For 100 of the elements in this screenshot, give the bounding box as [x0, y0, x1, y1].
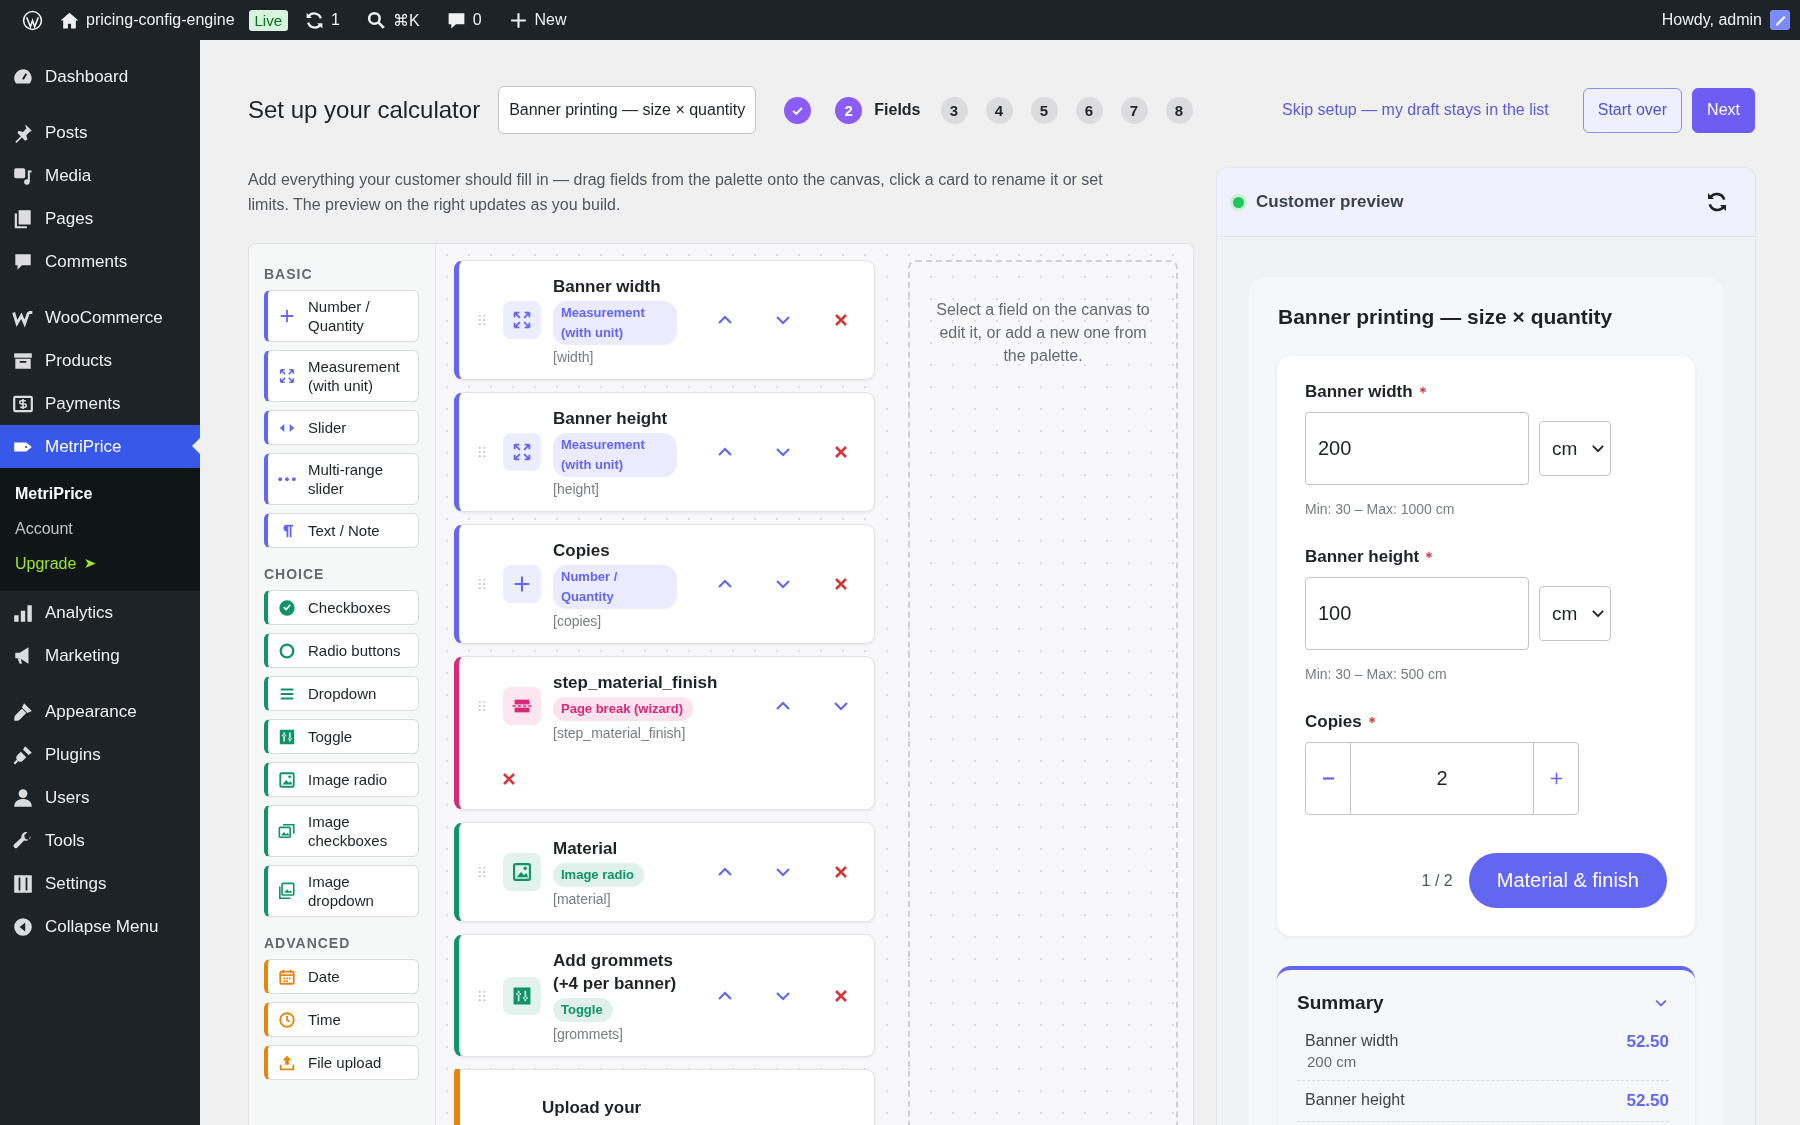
summary-price: 52.50 [1626, 1091, 1669, 1111]
search-icon[interactable] [365, 9, 387, 31]
sidebar-item[interactable]: Marketing [0, 634, 200, 677]
expand-arrows-icon [503, 301, 541, 339]
logo-icon[interactable] [22, 9, 43, 31]
field-title: step_material_finish [553, 672, 719, 694]
number-input[interactable]: 100 [1305, 577, 1529, 650]
step-label: Fields [874, 101, 921, 119]
sidebar-item[interactable]: Pages [0, 197, 200, 240]
field-key: [grommets] [553, 1026, 693, 1042]
sidebar-item[interactable]: Payments [0, 382, 200, 425]
sidebar-item[interactable]: Products [0, 339, 200, 382]
palette-item[interactable]: Measurement (with unit) [264, 350, 419, 402]
submenu-item[interactable]: Upgrade [15, 554, 77, 573]
step-number[interactable]: 8 [1165, 96, 1193, 124]
sidebar-item[interactable]: Analytics [0, 591, 200, 634]
calculator-name-field[interactable]: Banner printing — size × quantity [498, 86, 757, 134]
page-break-icon [503, 687, 541, 725]
next-step-button[interactable]: Material & finish [1468, 853, 1667, 908]
palette-item[interactable]: File upload [264, 1045, 419, 1080]
sidebar-item[interactable]: WooCommerce [0, 296, 200, 339]
summary-label: Banner height [1305, 1091, 1405, 1109]
page-title: Set up your calculator [248, 96, 481, 124]
refresh-icon[interactable] [1705, 190, 1729, 214]
unit-select[interactable]: cm [1539, 421, 1611, 476]
step-number[interactable]: 7 [1120, 96, 1148, 124]
sidebar-item[interactable]: Plugins [0, 733, 200, 776]
next-button[interactable]: Next [1692, 87, 1755, 133]
sidebar-item[interactable]: Posts [0, 111, 200, 154]
number-input[interactable]: 200 [1305, 412, 1529, 485]
skip-setup-link[interactable]: Skip setup — my draft stays in the list [1281, 101, 1549, 119]
field-key: [copies] [553, 613, 693, 629]
plug-icon [12, 743, 34, 766]
palette-item[interactable]: Image dropdown [264, 865, 419, 917]
arrow-icon [84, 557, 98, 570]
field-type-tag: Image radio [553, 863, 644, 887]
submenu-item[interactable]: MetriPrice [15, 484, 93, 503]
sidebar-item[interactable]: Comments [0, 240, 200, 283]
palette-item[interactable]: Slider [264, 410, 419, 445]
palette-item[interactable]: Number / Quantity [264, 290, 419, 342]
palette-item[interactable]: Image radio [264, 762, 419, 797]
status-badge: Live [248, 9, 289, 31]
field-card[interactable]: Banner width Measurement (with unit) [width] [454, 260, 875, 380]
palette-item[interactable]: Dropdown [264, 676, 419, 711]
avatar-icon[interactable] [1770, 10, 1790, 30]
submenu-item[interactable]: Account [15, 519, 73, 538]
greeting-link[interactable]: Howdy, admin [1661, 11, 1762, 29]
field-hint: Min: 30 – Max: 1000 cm [1305, 501, 1456, 517]
sidebar-item[interactable]: Dashboard [0, 55, 200, 98]
field-card[interactable]: Banner height Measurement (with unit) [height] [454, 392, 875, 512]
field-key: [height] [553, 481, 693, 497]
sidebar-item[interactable]: Appearance [0, 690, 200, 733]
field-type-tag: Measurement (with unit) [553, 301, 677, 345]
sidebar-item[interactable]: MetriPrice [0, 425, 200, 468]
summary-price: 52.50 [1626, 1032, 1669, 1053]
search-shortcut[interactable]: ⌘K [392, 10, 420, 30]
field-title: Upload your [542, 1097, 643, 1119]
step-number[interactable]: 4 [985, 96, 1013, 124]
palette-item[interactable]: Time [264, 1002, 419, 1037]
palette-item[interactable]: Date [264, 959, 419, 994]
preview-title: Customer preview [1256, 192, 1404, 212]
new-link[interactable]: New [534, 11, 567, 29]
instructions-text: Add everything your customer should fill in — drag fields from the palette onto the canvas, click a card to rename it or set limits. The preview on the right updates as you build. [248, 170, 1104, 215]
palette-item[interactable]: Image checkboxes [264, 805, 419, 857]
palette-item[interactable]: Toggle [264, 719, 419, 754]
step-number[interactable]: 5 [1030, 96, 1058, 124]
field-card[interactable]: Add grommets (+4 per banner) Toggle [grommets] [454, 934, 875, 1057]
updates-count[interactable]: 1 [331, 11, 340, 29]
sidebar-item[interactable]: Settings [0, 862, 200, 905]
minus-icon [1321, 777, 1335, 780]
field-type-tag: Measurement (with unit) [553, 433, 677, 477]
field-title: Banner width [553, 276, 662, 298]
sidebar-item[interactable]: Media [0, 154, 200, 197]
plus-icon [1549, 772, 1563, 785]
field-card[interactable]: Upload your [454, 1069, 875, 1125]
field-key: [material] [553, 891, 693, 907]
field-hint: Min: 30 – Max: 500 cm [1305, 666, 1448, 682]
palette-item[interactable]: Multi-range slider [264, 453, 419, 505]
sidebar-item[interactable]: Collapse Menu [0, 905, 200, 948]
field-label: Banner height [1305, 547, 1420, 567]
summary-label: Banner width [1305, 1032, 1399, 1050]
sidebar-item[interactable]: Tools [0, 819, 200, 862]
start-over-button[interactable]: Start over [1582, 87, 1683, 133]
collapse-icon [12, 915, 34, 938]
sidebar-item[interactable]: Users [0, 776, 200, 819]
person-icon [12, 786, 34, 809]
palette-item[interactable]: Text / Note [264, 513, 419, 548]
step-number[interactable]: 6 [1075, 96, 1103, 124]
unit-select[interactable]: cm [1539, 586, 1611, 641]
step-done-icon[interactable] [784, 96, 812, 124]
step-number[interactable]: 2 [835, 96, 863, 124]
palette-item[interactable]: Checkboxes [264, 590, 419, 625]
comments-count[interactable]: 0 [472, 11, 482, 29]
field-card[interactable]: Material Image radio [material] [454, 822, 875, 922]
toggle-icon [503, 976, 541, 1015]
field-card[interactable]: Copies Number / Quantity [copies] [454, 524, 875, 644]
site-name-link[interactable]: pricing-config-engine [86, 11, 235, 29]
palette-item[interactable]: Radio buttons [264, 633, 419, 668]
field-card[interactable]: step_material_finish Page break (wizard) [step_material_finish] [454, 656, 875, 810]
step-number[interactable]: 3 [940, 96, 968, 124]
